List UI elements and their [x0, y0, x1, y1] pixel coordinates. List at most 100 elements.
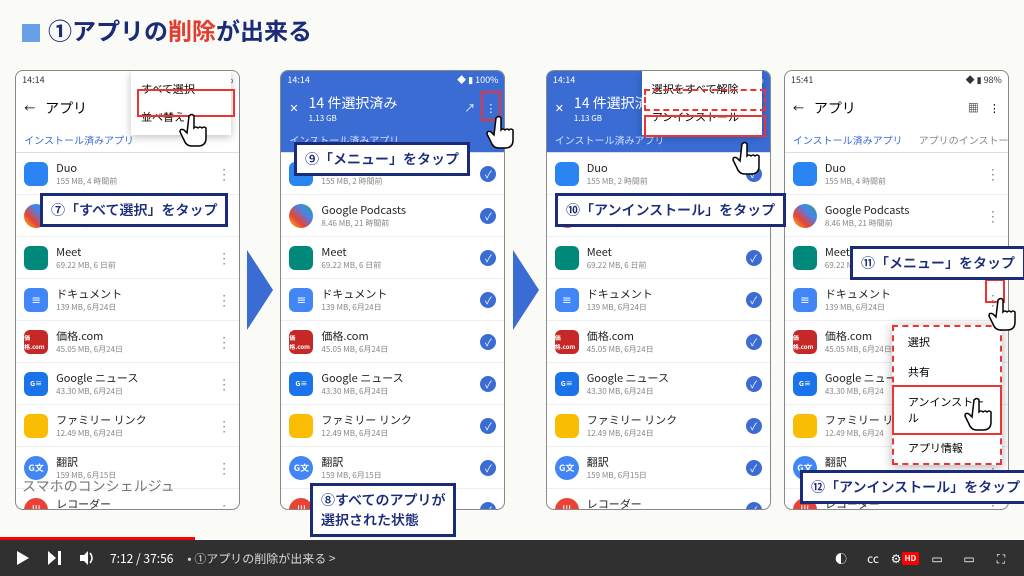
app-row[interactable]: Duo155 MB, 4 時間前⋮ — [16, 153, 239, 195]
app-row[interactable]: ≡ ドキュメント139 MB, 6月24日 ✓ — [281, 279, 504, 321]
app-name: Meet — [321, 244, 472, 260]
app-name: ファミリー リンク — [321, 412, 472, 428]
tab-installed[interactable]: インストール済みアプリ — [24, 132, 134, 147]
settings-button[interactable]: ⚙HD — [896, 549, 914, 567]
row-overflow-icon[interactable]: ⋮ — [986, 164, 1000, 184]
app-name: 翻訳 — [56, 454, 209, 470]
rec-icon: ||| — [555, 498, 579, 511]
checkbox-checked[interactable]: ✓ — [746, 376, 762, 392]
trans-icon: G文 — [289, 456, 313, 480]
app-row[interactable]: ≡ドキュメント139 MB, 6月24日⋮ — [785, 279, 1008, 321]
back-icon[interactable]: ← — [793, 100, 804, 116]
hand-pointer-icon — [175, 110, 215, 150]
fullscreen-button[interactable]: ⛶ — [992, 549, 1010, 567]
theater-button[interactable]: ▭ — [960, 549, 978, 567]
app-name: ファミリー リンク — [587, 412, 738, 428]
checkbox-checked[interactable]: ✓ — [480, 166, 496, 182]
app-row[interactable]: 価格.com価格.com45.05 MB, 6月24日⋮ — [16, 321, 239, 363]
app-row[interactable]: ≡ドキュメント139 MB, 6月24日⋮ — [16, 279, 239, 321]
arrow-icon — [245, 70, 275, 510]
share-icon[interactable]: ↗ — [464, 100, 475, 116]
row-overflow-icon[interactable]: ⋮ — [217, 458, 231, 478]
row-overflow-icon[interactable]: ⋮ — [986, 206, 1000, 226]
captions-button[interactable]: ㏄ — [864, 549, 882, 567]
row-overflow-icon[interactable]: ⋮ — [217, 164, 231, 184]
app-row[interactable]: G≡Google ニュース43.30 MB, 6月24日✓ — [281, 363, 504, 405]
close-icon[interactable]: ✕ — [555, 100, 564, 116]
row-overflow-icon[interactable]: ⋮ — [217, 248, 231, 268]
duo-icon — [24, 162, 48, 186]
next-button[interactable] — [46, 549, 64, 567]
row-overflow-icon[interactable]: ⋮ — [217, 332, 231, 352]
ctx-share[interactable]: 共有 — [894, 357, 1000, 387]
close-icon[interactable]: ✕ — [289, 100, 298, 116]
app-row[interactable]: Meet69.22 MB, 6 日前✓ — [281, 237, 504, 279]
app-row[interactable]: Google Podcasts8.46 MB, 21 時間前⋮ — [785, 195, 1008, 237]
play-button[interactable] — [14, 549, 32, 567]
app-row[interactable]: ファミリー リンク12.49 MB, 6月24日✓ — [281, 405, 504, 447]
ctx-info[interactable]: アプリ情報 — [894, 433, 1000, 463]
checkbox-checked[interactable]: ✓ — [746, 418, 762, 434]
hand-pointer-icon — [482, 112, 522, 152]
checkbox-checked[interactable]: ✓ — [746, 460, 762, 476]
checkbox-checked[interactable]: ✓ — [480, 460, 496, 476]
back-icon[interactable]: ← — [24, 100, 35, 116]
chapter-title[interactable]: ①アプリの削除が出来る — [194, 550, 326, 567]
volume-button[interactable] — [78, 549, 96, 567]
app-row[interactable]: Google Podcasts8.46 MB, 21 時間前✓ — [281, 195, 504, 237]
checkbox-checked[interactable]: ✓ — [480, 376, 496, 392]
app-name: ドキュメント — [321, 286, 472, 302]
selection-title: 14 件選択済み1.13 GB — [309, 93, 398, 124]
checkbox-checked[interactable]: ✓ — [480, 292, 496, 308]
app-row[interactable]: G文翻訳159 MB, 6月15日✓ — [547, 447, 770, 489]
app-row[interactable]: 価格.com価格.com45.05 MB, 6月24日✓ — [281, 321, 504, 363]
checkbox-checked[interactable]: ✓ — [746, 334, 762, 350]
app-meta: 159 MB, 6月15日 — [587, 470, 738, 481]
app-name: 翻訳 — [321, 454, 472, 470]
channel-watermark: スマホのコンシェルジュ — [22, 476, 175, 496]
app-meta: 8.46 MB, 21 時間前 — [825, 218, 978, 229]
checkbox-checked[interactable]: ✓ — [480, 418, 496, 434]
app-row[interactable]: 価格.com価格.com45.05 MB, 6月24日✓ — [547, 321, 770, 363]
app-name: 価格.com — [587, 328, 738, 344]
app-row[interactable]: Meet69.22 MB, 6 日前⋮ — [16, 237, 239, 279]
app-row[interactable]: Duo155 MB, 4 時間前⋮ — [785, 153, 1008, 195]
grid-icon[interactable]: ▦ — [968, 100, 979, 116]
checkbox-checked[interactable]: ✓ — [746, 502, 762, 511]
app-meta: 139 MB, 6月24日 — [321, 302, 472, 313]
miniplayer-button[interactable]: ▭ — [928, 549, 946, 567]
checkbox-checked[interactable]: ✓ — [480, 502, 496, 511]
tab-installed[interactable]: インストール済みアプリ — [793, 132, 903, 147]
app-row[interactable]: ≡ドキュメント139 MB, 6月24日✓ — [547, 279, 770, 321]
checkbox-checked[interactable]: ✓ — [746, 292, 762, 308]
app-name: Google ニュース — [56, 370, 209, 386]
app-row[interactable]: |||レコーダー220 MB, 6月8日✓ — [547, 489, 770, 510]
hand-pointer-icon — [984, 294, 1024, 334]
app-row[interactable]: G≡Google ニュース43.30 MB, 6月24日⋮ — [16, 363, 239, 405]
app-meta: 8.46 MB, 21 時間前 — [321, 218, 472, 229]
checkbox-checked[interactable]: ✓ — [746, 250, 762, 266]
checkbox-checked[interactable]: ✓ — [480, 208, 496, 224]
overflow-icon[interactable]: ⋮ — [989, 100, 1000, 116]
app-row[interactable]: G≡Google ニュース43.30 MB, 6月24日✓ — [547, 363, 770, 405]
doc-icon: ≡ — [793, 288, 817, 312]
doc-icon: ≡ — [289, 288, 313, 312]
app-name: Duo — [56, 160, 209, 176]
app-row[interactable]: Meet69.22 MB, 6 日前✓ — [547, 237, 770, 279]
row-overflow-icon[interactable]: ⋮ — [217, 374, 231, 394]
tab-install-files[interactable]: アプリのインストール ファイル（A — [919, 132, 1009, 147]
checkbox-checked[interactable]: ✓ — [480, 334, 496, 350]
checkbox-checked[interactable]: ✓ — [480, 250, 496, 266]
app-name: Google ニュース — [321, 370, 472, 386]
app-name: 価格.com — [56, 328, 209, 344]
row-overflow-icon[interactable]: ⋮ — [217, 416, 231, 436]
app-row[interactable]: ファミリー リンク12.49 MB, 6月24日✓ — [547, 405, 770, 447]
autoplay-toggle[interactable]: ◐ — [832, 549, 850, 567]
row-overflow-icon[interactable]: ⋮ — [217, 500, 231, 511]
page-title: アプリ — [814, 98, 856, 118]
app-row[interactable]: ファミリー リンク12.49 MB, 6月24日⋮ — [16, 405, 239, 447]
app-meta: 155 MB, 4 時間前 — [825, 176, 978, 187]
row-overflow-icon[interactable]: ⋮ — [217, 290, 231, 310]
app-meta: 139 MB, 6月24日 — [587, 302, 738, 313]
meet-icon — [24, 246, 48, 270]
